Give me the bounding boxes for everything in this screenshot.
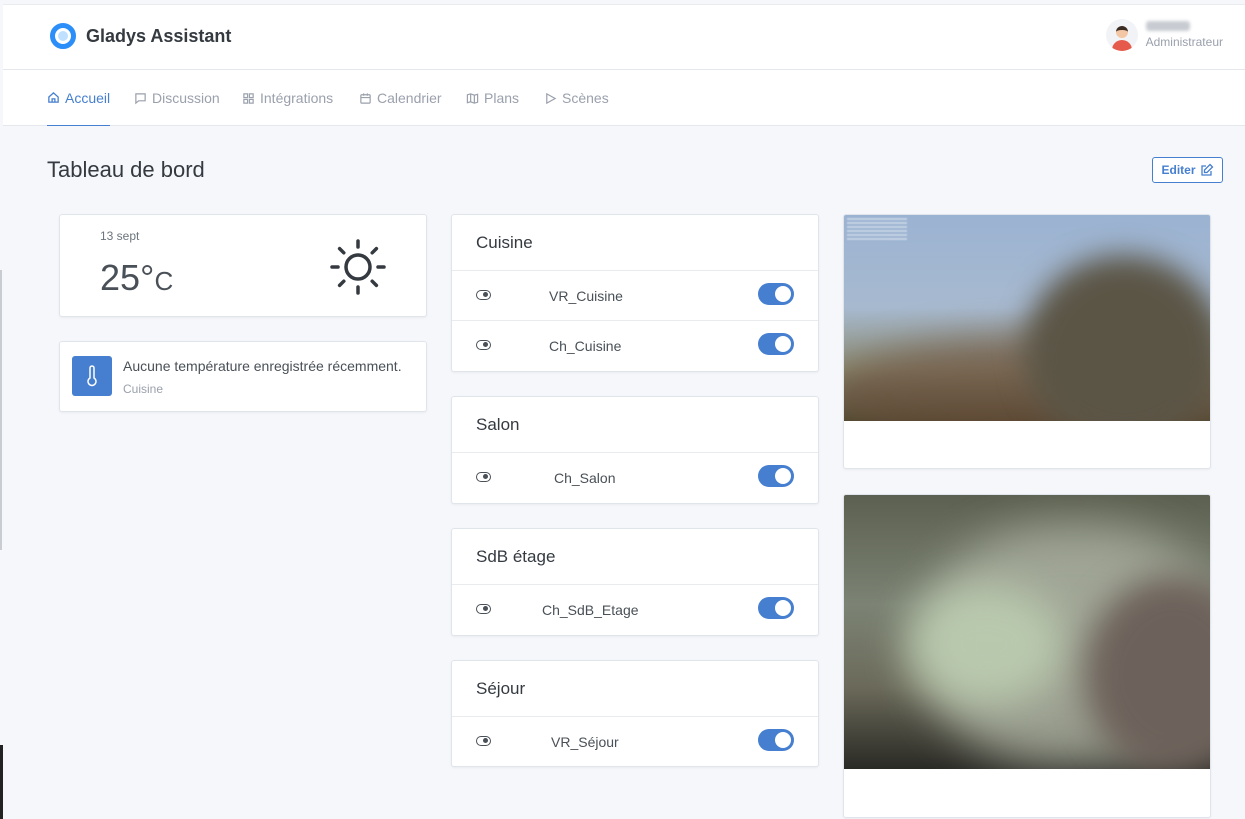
map-icon <box>466 92 479 104</box>
weather-card: 13 sept 25°C <box>59 214 427 317</box>
switch-icon <box>476 290 491 300</box>
camera-image[interactable] <box>844 495 1210 769</box>
grid-icon <box>243 92 254 104</box>
nav-label-discussion: Discussion <box>152 90 220 106</box>
room-card-sdb-etage: SdB étage Ch_SdB_Etage <box>451 528 819 636</box>
temperature-card: Aucune température enregistrée récemment… <box>59 341 427 412</box>
sun-icon <box>330 239 386 295</box>
temperature-value: 25° <box>100 257 155 298</box>
window-edge-dark <box>0 745 3 819</box>
device-toggle[interactable] <box>758 283 794 305</box>
message-icon <box>135 92 146 104</box>
device-toggle[interactable] <box>758 729 794 751</box>
window-edge <box>0 270 2 550</box>
nav-item-discussion[interactable]: Discussion <box>134 70 220 126</box>
nav-item-calendrier[interactable]: Calendrier <box>359 70 442 126</box>
nav-item-scenes[interactable]: Scènes <box>544 70 609 126</box>
switch-icon <box>476 604 491 614</box>
user-name-redacted <box>1145 21 1190 31</box>
nav-label-accueil: Accueil <box>65 89 111 106</box>
device-row: Ch_Cuisine <box>452 321 818 371</box>
gladys-logo-icon <box>50 23 76 49</box>
page-title: Tableau de bord <box>47 157 205 182</box>
edit-icon <box>1200 163 1213 176</box>
user-role: Administrateur <box>1145 35 1223 49</box>
room-title: Salon <box>452 397 818 453</box>
device-name: Ch_Salon <box>554 470 616 486</box>
nav-item-plans[interactable]: Plans <box>466 70 519 126</box>
weather-temperature: 25°C <box>100 257 173 299</box>
room-title: Cuisine <box>452 215 818 271</box>
room-card-sejour: Séjour VR_Séjour <box>451 660 819 767</box>
brand[interactable]: Gladys Assistant <box>50 23 231 49</box>
room-title: SdB étage <box>452 529 818 585</box>
main-nav: Accueil Discussion Intégrations Calendri… <box>3 70 1245 126</box>
room-card-salon: Salon Ch_Salon <box>451 396 819 504</box>
switch-icon <box>476 472 491 482</box>
device-toggle[interactable] <box>758 465 794 487</box>
device-toggle[interactable] <box>758 597 794 619</box>
calendar-icon <box>360 92 371 104</box>
room-title: Séjour <box>452 661 818 717</box>
nav-label-plans: Plans <box>484 90 520 106</box>
user-menu[interactable]: Administrateur <box>1105 19 1223 51</box>
brand-name: Gladys Assistant <box>86 25 232 46</box>
nav-label-scenes: Scènes <box>562 90 609 106</box>
temperature-message: Aucune température enregistrée récemment… <box>123 358 402 374</box>
device-row: Ch_Salon <box>452 453 818 503</box>
avatar[interactable] <box>1105 19 1138 51</box>
thermometer-icon <box>72 356 112 396</box>
weather-date: 13 sept <box>100 229 140 243</box>
edit-button-label: Editer <box>1161 163 1196 177</box>
camera-card-1 <box>843 214 1211 469</box>
nav-label-calendrier: Calendrier <box>377 90 442 106</box>
room-card-cuisine: Cuisine VR_Cuisine Ch_Cuisine <box>451 214 819 372</box>
top-bar: Gladys Assistant Administrateur <box>3 4 1245 70</box>
play-icon <box>546 92 557 104</box>
device-toggle[interactable] <box>758 333 794 355</box>
camera-image[interactable] <box>844 215 1210 421</box>
switch-icon <box>476 736 491 746</box>
device-name: VR_Séjour <box>551 734 619 750</box>
device-row: VR_Séjour <box>452 717 818 767</box>
device-name: Ch_Cuisine <box>549 338 622 354</box>
home-icon <box>48 91 59 103</box>
switch-icon <box>476 340 491 350</box>
device-row: Ch_SdB_Etage <box>452 585 818 635</box>
temperature-room: Cuisine <box>123 382 164 396</box>
device-name: VR_Cuisine <box>549 288 623 304</box>
camera-card-2 <box>843 494 1211 818</box>
nav-item-integrations[interactable]: Intégrations <box>242 70 333 126</box>
device-name: Ch_SdB_Etage <box>542 602 639 618</box>
nav-label-integrations: Intégrations <box>260 90 334 106</box>
temperature-unit: C <box>154 266 174 296</box>
device-row: VR_Cuisine <box>452 271 818 321</box>
edit-button[interactable]: Editer <box>1152 157 1223 183</box>
nav-item-accueil[interactable]: Accueil <box>47 70 111 126</box>
